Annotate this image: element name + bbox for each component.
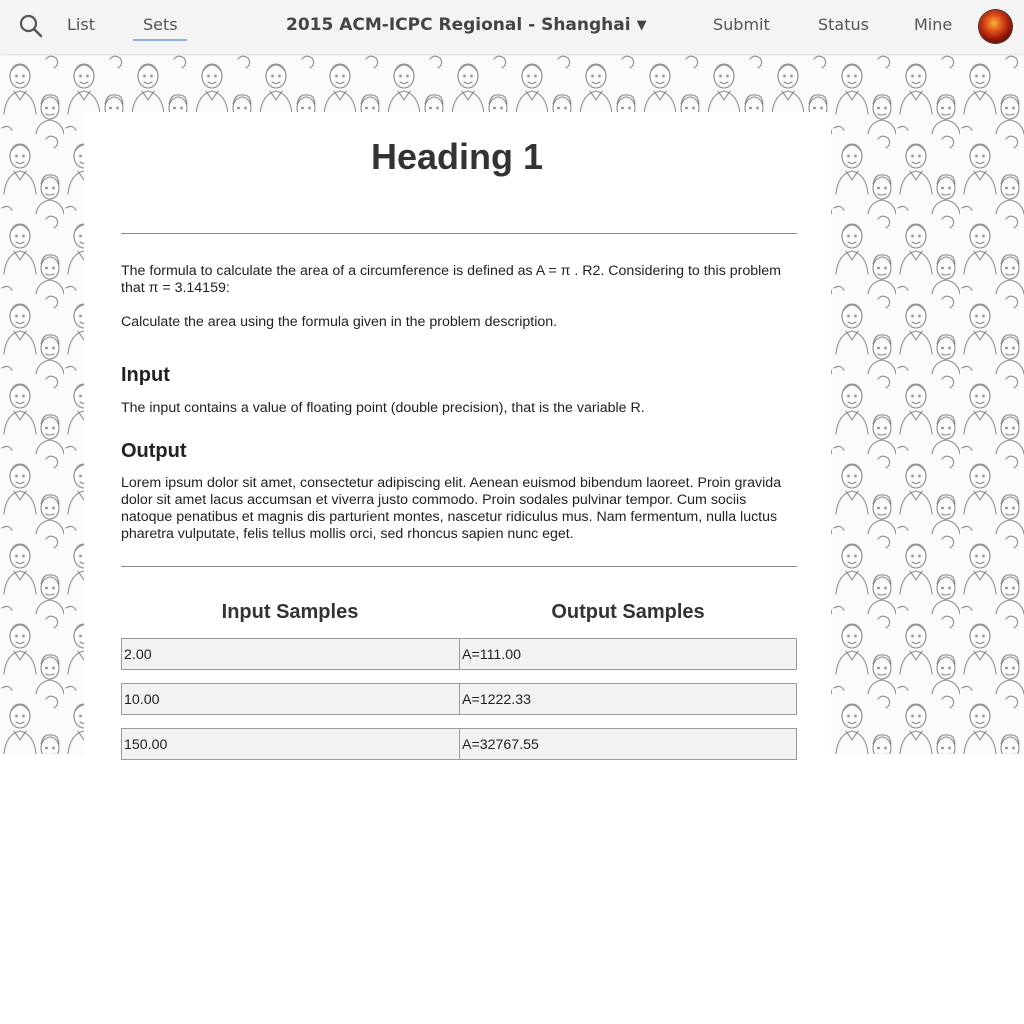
nav-sets-link[interactable]: Sets	[143, 15, 178, 34]
divider-top	[121, 233, 797, 234]
input-description: The input contains a value of floating p…	[121, 400, 645, 416]
sample-input-cell: 10.00	[121, 683, 460, 715]
sample-row: 150.00 A=32767.55	[121, 728, 797, 760]
active-tab-indicator	[133, 39, 187, 41]
output-section-title: Output	[121, 440, 187, 462]
divider-bottom	[121, 566, 797, 567]
nav-mine-link[interactable]: Mine	[914, 15, 952, 34]
sample-output-cell: A=32767.55	[459, 728, 797, 760]
sample-output-cell: A=111.00	[459, 638, 797, 670]
nav-submit-link[interactable]: Submit	[713, 15, 770, 34]
search-icon[interactable]	[18, 13, 44, 39]
contest-selector[interactable]: 2015 ACM-ICPC Regional - Shanghai ▼	[286, 15, 647, 35]
chevron-down-icon: ▼	[636, 18, 647, 33]
sample-input-cell: 2.00	[121, 638, 460, 670]
output-samples-header: Output Samples	[551, 601, 705, 623]
nav-list-link[interactable]: List	[67, 15, 95, 34]
problem-description: The formula to calculate the area of a c…	[121, 263, 781, 296]
top-navbar: List Sets 2015 ACM-ICPC Regional - Shang…	[0, 0, 1024, 54]
output-description: Lorem ipsum dolor sit amet, consectetur …	[121, 475, 782, 542]
problem-instruction: Calculate the area using the formula giv…	[121, 314, 558, 330]
nav-status-link[interactable]: Status	[818, 15, 869, 34]
problem-title: Heading 1	[370, 136, 544, 177]
sample-input-cell: 150.00	[121, 728, 460, 760]
sample-row: 2.00 A=111.00	[121, 638, 797, 670]
user-avatar[interactable]	[979, 10, 1012, 43]
input-section-title: Input	[121, 364, 170, 386]
sample-output-cell: A=1222.33	[459, 683, 797, 715]
contest-title: 2015 ACM-ICPC Regional - Shanghai	[286, 15, 631, 35]
sample-row: 10.00 A=1222.33	[121, 683, 797, 715]
input-samples-header: Input Samples	[221, 601, 359, 623]
